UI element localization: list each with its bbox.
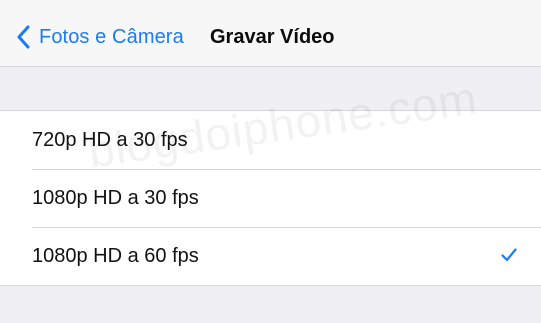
page-title: Gravar Vídeo <box>210 25 335 48</box>
option-1080p-30fps[interactable]: 1080p HD a 30 fps <box>0 169 541 227</box>
option-label: 1080p HD a 30 fps <box>32 186 199 209</box>
video-format-list: 720p HD a 30 fps 1080p HD a 30 fps 1080p… <box>0 110 541 286</box>
option-1080p-60fps[interactable]: 1080p HD a 60 fps <box>0 227 541 285</box>
chevron-left-icon <box>17 25 30 49</box>
checkmark-icon <box>501 248 517 262</box>
option-label: 1080p HD a 60 fps <box>32 244 199 267</box>
option-720p-30fps[interactable]: 720p HD a 30 fps <box>0 111 541 169</box>
back-button[interactable]: Fotos e Câmera <box>16 22 184 52</box>
back-button-label: Fotos e Câmera <box>39 25 184 48</box>
navigation-bar: Fotos e Câmera Gravar Vídeo <box>0 0 541 67</box>
option-label: 720p HD a 30 fps <box>32 128 188 151</box>
